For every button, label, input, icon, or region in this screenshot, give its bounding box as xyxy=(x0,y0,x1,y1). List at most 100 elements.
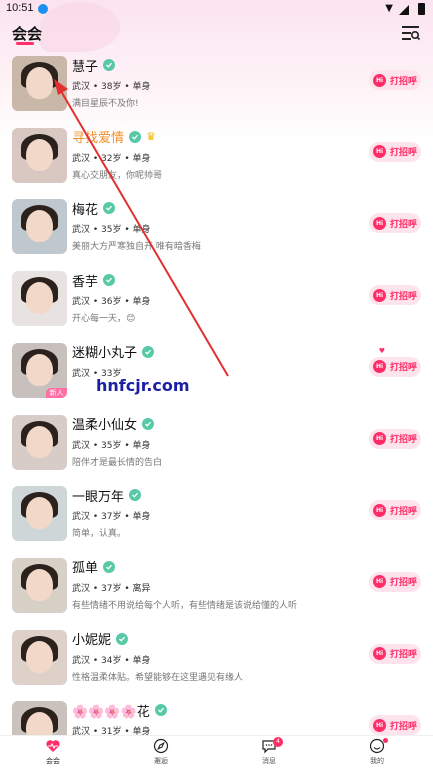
avatar-face-shape xyxy=(26,712,53,735)
user-info: 武汉 • 35岁 • 单身 xyxy=(72,440,151,451)
user-avatar[interactable] xyxy=(12,127,67,183)
greet-label: 打招呼 xyxy=(390,76,418,87)
wifi-icon: ▼ xyxy=(385,3,393,14)
greet-button[interactable]: Hi 打招呼 xyxy=(369,428,421,449)
greet-label: 打招呼 xyxy=(390,721,418,732)
user-avatar[interactable] xyxy=(12,199,67,255)
heart-pulse-icon xyxy=(46,740,60,752)
avatar-face-shape xyxy=(26,497,53,530)
greet-button[interactable]: Hi 打招呼 xyxy=(369,715,421,735)
user-bio: 性格温柔体贴。希望能够在这里遇见有缘人 xyxy=(72,672,244,683)
avatar-face-shape xyxy=(26,353,53,386)
user-bio: 满目星辰不及你! xyxy=(72,99,139,109)
user-bio: 美丽大方严寒独自开 唯有暗香梅 xyxy=(72,242,201,253)
avatar-face-shape xyxy=(26,568,53,601)
user-info: 武汉 • 31岁 • 单身 xyxy=(72,727,151,735)
user-name-line: 寻找爱情 ♛ xyxy=(72,127,156,147)
user-info: 武汉 • 37岁 • 离异 xyxy=(72,583,151,594)
hi-icon: Hi xyxy=(373,575,386,589)
watermark-text: hnfcjr.com xyxy=(96,376,190,395)
user-avatar[interactable] xyxy=(12,271,67,327)
user-name: 寻找爱情 xyxy=(72,131,125,147)
user-avatar[interactable] xyxy=(12,56,67,111)
user-info: 武汉 • 36岁 • 单身 xyxy=(72,297,151,308)
user-name-line: 小妮妮 xyxy=(72,629,129,649)
battery-icon xyxy=(418,3,425,15)
hi-icon: Hi xyxy=(373,216,386,230)
app-title: 会会 xyxy=(12,25,43,43)
filter-icon[interactable] xyxy=(401,24,421,42)
nav-tab-encounter[interactable]: 邂逅 xyxy=(131,738,191,766)
user-list-item[interactable]: 一眼万年 武汉 • 37岁 • 单身 简单，认真。 Hi 打招呼 xyxy=(0,482,433,554)
greet-label: 打招呼 xyxy=(390,148,418,159)
verified-check-icon xyxy=(116,632,129,645)
user-list-item[interactable]: 寻找爱情 ♛ 武汉 • 32岁 • 单身 真心交朋友，你呢帅哥 Hi 打招呼 xyxy=(0,124,433,196)
hi-icon: Hi xyxy=(373,432,386,445)
user-name: 迷糊小丸子 xyxy=(72,346,138,362)
hi-icon: Hi xyxy=(373,288,386,302)
user-list-item[interactable]: 小妮妮 武汉 • 34岁 • 单身 性格温柔体贴。希望能够在这里遇见有缘人 Hi 打招呼 xyxy=(0,626,433,698)
user-name: 慧子 xyxy=(72,59,99,75)
greet-button[interactable]: Hi 打招呼 xyxy=(369,285,421,306)
user-avatar[interactable] xyxy=(12,414,67,470)
status-time: 10:51 xyxy=(6,2,34,14)
greet-label: 打招呼 xyxy=(390,363,418,374)
user-list-item[interactable]: 新人 迷糊小丸子 武汉 • 33岁 ♥ Hi 打招呼 xyxy=(0,339,433,411)
verified-check-icon xyxy=(142,417,155,430)
user-name-line: 香芋 xyxy=(72,270,116,290)
greet-label: 打招呼 xyxy=(390,578,418,589)
verified-check-icon xyxy=(103,560,116,573)
nav-tab-huihui[interactable]: 会会 xyxy=(23,738,83,766)
bottom-navigation: 会会 邂逅 4 消息 我的 xyxy=(0,735,433,770)
user-name-line: 孤单 xyxy=(72,557,116,577)
user-bio: 开心每一天，😊 xyxy=(72,314,136,325)
user-avatar[interactable] xyxy=(12,629,67,685)
title-underline xyxy=(16,42,34,45)
user-list-item[interactable]: 慧子武汉 • 38岁 • 单身 满目星辰不及你! Hi 打招呼 xyxy=(0,52,433,124)
avatar-face-shape xyxy=(26,282,53,315)
avatar-face-shape xyxy=(26,425,53,458)
user-name: 一眼万年 xyxy=(72,489,125,505)
user-avatar[interactable]: 新人 xyxy=(12,342,67,398)
hi-icon: Hi xyxy=(373,647,386,661)
user-info: 武汉 • 35岁 • 单身 xyxy=(72,225,151,236)
user-name: 孤单 xyxy=(72,561,99,577)
greet-button[interactable]: Hi 打招呼 xyxy=(369,141,421,162)
nav-label-huihui: 会会 xyxy=(46,757,60,765)
user-info: 武汉 • 37岁 • 单身 xyxy=(72,512,151,523)
user-list-item[interactable]: 🌸🌸🌸🌸花武汉 • 31岁 • 单身 Hi 打招呼 xyxy=(0,697,433,735)
user-bio: 陪伴才是最长情的告白 xyxy=(72,457,163,468)
greet-label: 打招呼 xyxy=(390,219,418,230)
user-info: 武汉 • 38岁 • 单身 xyxy=(72,82,151,92)
crown-icon: ♛ xyxy=(146,130,156,144)
user-list[interactable]: 慧子 武汉 • 38岁 • 单身 满目星辰不及你! Hi 打招呼 寻找爱情 ♛ 武汉 • 32… xyxy=(0,52,433,735)
user-info: 武汉 • 32岁 • 单身 xyxy=(72,153,151,164)
user-list-item[interactable]: 温柔小仙女武汉 • 35岁 • 单身陪伴才是最长情的告白 Hi 打招呼 xyxy=(0,411,433,483)
nav-tab-messages[interactable]: 4 消息 xyxy=(239,737,299,766)
user-name: 🌸🌸🌸🌸花 xyxy=(72,704,150,720)
compass-icon xyxy=(153,738,169,754)
nav-tab-mine[interactable]: 我的 xyxy=(347,738,407,766)
user-list-item[interactable]: 香芋武汉 • 36岁 • 单身 开心每一天，😊 Hi 打招呼 xyxy=(0,267,433,339)
user-avatar[interactable] xyxy=(12,557,67,613)
greet-button[interactable]: Hi 打招呼 xyxy=(369,643,421,664)
user-avatar[interactable] xyxy=(12,701,67,735)
heart-decoration-icon: ♥ xyxy=(378,346,385,355)
greet-button[interactable]: Hi 打招呼 xyxy=(369,356,421,377)
user-name: 香芋 xyxy=(72,274,99,290)
user-list-item[interactable]: 梅花 武汉 • 35岁 • 单身 美丽大方严寒独自开 唯有暗香梅 Hi 打招呼 xyxy=(0,195,433,267)
greet-label: 打招呼 xyxy=(390,506,418,517)
user-name-line: 温柔小仙女 xyxy=(72,414,155,434)
user-bio: 有些情绪不用说给每个人听，有些情绪是该说给懂的人听 xyxy=(72,600,298,611)
greet-button[interactable]: Hi 打招呼 xyxy=(369,213,421,234)
verified-check-icon xyxy=(154,704,167,717)
greet-button[interactable]: Hi 打招呼 xyxy=(369,571,421,592)
greet-label: 打招呼 xyxy=(390,650,418,661)
avatar-face-shape xyxy=(26,640,53,673)
greet-button[interactable]: Hi 打招呼 xyxy=(369,70,421,90)
user-avatar[interactable] xyxy=(12,486,67,542)
user-name: 小妮妮 xyxy=(72,633,112,649)
greet-button[interactable]: Hi 打招呼 xyxy=(369,500,421,521)
verified-check-icon xyxy=(129,130,142,143)
user-list-item[interactable]: 孤单武汉 • 37岁 • 离异有些情绪不用说给每个人听，有些情绪是该说给懂的人听… xyxy=(0,554,433,626)
